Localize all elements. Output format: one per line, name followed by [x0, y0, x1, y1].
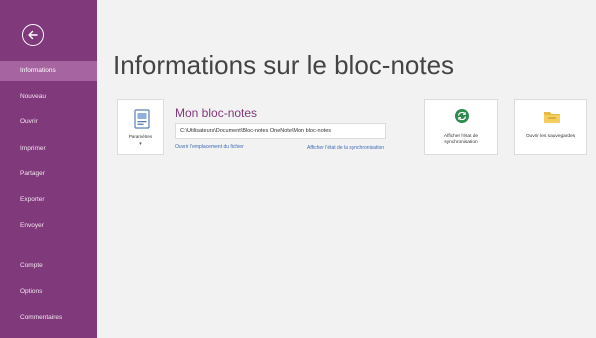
nav-item-envoyer[interactable]: Envoyer — [0, 216, 97, 236]
nav-item-options[interactable]: Options — [0, 282, 97, 302]
back-arrow-icon — [28, 30, 38, 40]
sync-status-label: Afficher l'état de synchronisation — [443, 134, 479, 145]
sync-status-icon — [455, 109, 469, 123]
nav-item-imprimer[interactable]: Imprimer — [0, 139, 97, 159]
notebook-name: Mon bloc-notes — [175, 106, 258, 120]
settings-button[interactable]: Paramètres ▾ — [117, 99, 164, 155]
back-button[interactable] — [22, 24, 44, 46]
notebook-settings-icon — [134, 109, 150, 129]
open-backups-tile[interactable]: Ouvrir les sauvegardes — [514, 99, 587, 155]
backup-folder-icon — [544, 112, 560, 123]
open-backups-label: Ouvrir les sauvegardes — [525, 134, 576, 139]
nav-item-informations[interactable]: Informations — [0, 61, 97, 81]
nav-item-exporter[interactable]: Exporter — [0, 190, 97, 210]
view-sync-link[interactable]: Afficher l'état de la synchronisation — [307, 145, 387, 152]
nav-item-commentaires[interactable]: Commentaires — [0, 308, 97, 328]
nav-item-ouvrir[interactable]: Ouvrir — [0, 112, 97, 132]
open-location-link[interactable]: Ouvrir l'emplacement du fichier — [175, 144, 255, 151]
nav-item-nouveau[interactable]: Nouveau — [0, 87, 97, 107]
nav-item-compte[interactable]: Compte — [0, 256, 97, 276]
settings-label: Paramètres — [128, 134, 153, 139]
main-panel: Informations sur le bloc-notes Paramètre… — [97, 0, 596, 338]
page-title: Informations sur le bloc-notes — [113, 50, 455, 80]
chevron-down-icon: ▾ — [139, 141, 142, 147]
backstage-sidebar: Informations Nouveau Ouvrir Imprimer Par… — [0, 0, 97, 338]
notebook-path-field[interactable]: C:\Utilisateurs\Document\Bloc-notes OneN… — [175, 123, 386, 139]
nav-item-partager[interactable]: Partager — [0, 164, 97, 184]
sync-status-tile[interactable]: Afficher l'état de synchronisation — [424, 99, 498, 155]
